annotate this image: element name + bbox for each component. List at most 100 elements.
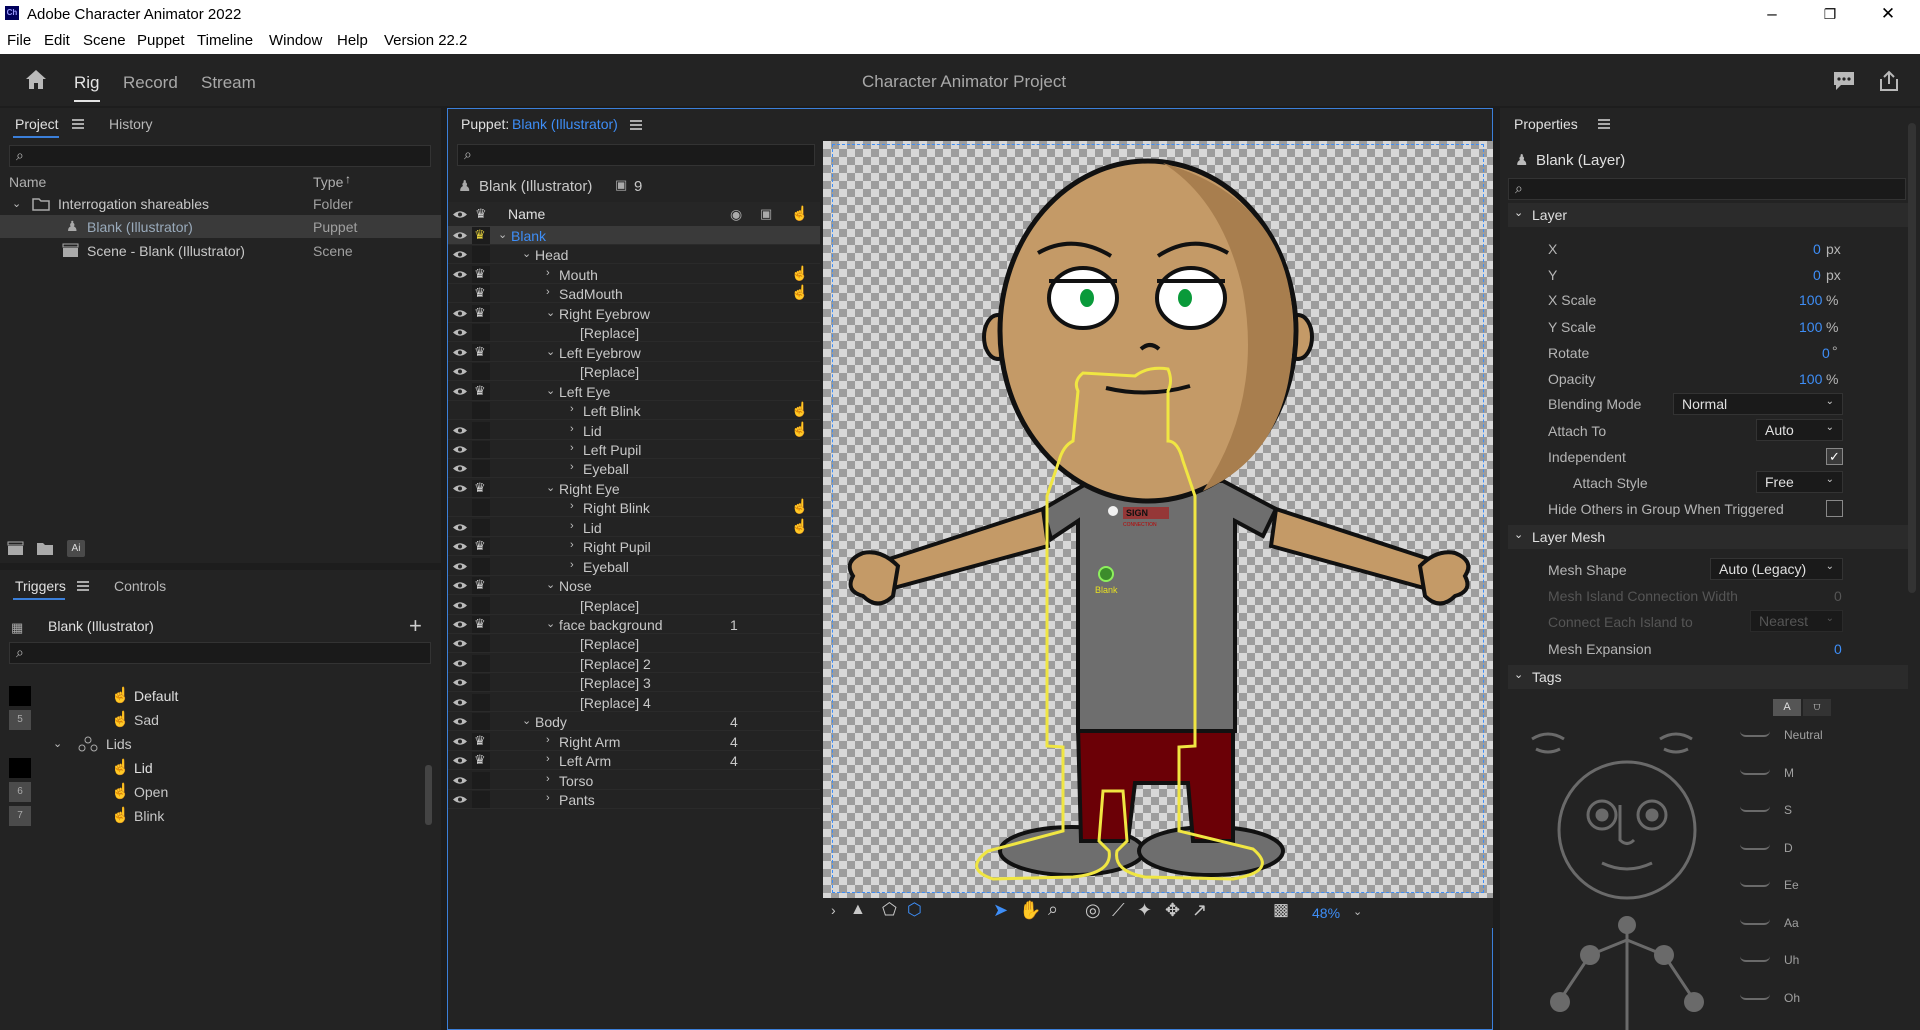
eye-toggle-empty[interactable] [452,501,468,513]
crown-cell[interactable] [472,557,490,575]
chevron-down-icon[interactable]: ⌄ [522,247,531,260]
outline-icon[interactable]: ⬡ [907,900,922,920]
tab-rig[interactable]: Rig [74,73,100,93]
x-scale-value[interactable]: 100 [1799,292,1822,308]
crown-cell[interactable] [472,713,490,731]
y-value[interactable]: 0 [1813,267,1821,283]
eye-icon[interactable] [452,425,468,436]
puppet-title-name[interactable]: Blank (Illustrator) [512,116,618,132]
menu-edit[interactable]: Edit [44,32,70,49]
restore-button[interactable]: ❐ [1810,6,1850,23]
eye-icon[interactable] [452,308,468,319]
crown-cell[interactable] [472,791,490,809]
attach-to-dropdown[interactable]: Auto ⌄ [1756,419,1843,441]
layer-mesh-section-header[interactable]: ⌄ Layer Mesh [1508,525,1908,549]
new-folder-icon[interactable] [36,540,54,556]
chevron-down-icon[interactable]: ⌄ [546,578,555,591]
menu-scene[interactable]: Scene [83,32,126,49]
layer-row[interactable]: ♛ ⌄ Left Eye [448,382,820,401]
y-scale-value[interactable]: 100 [1799,319,1822,335]
opacity-value[interactable]: 100 [1799,371,1822,387]
project-search[interactable]: ⌕ [9,145,431,167]
layer-row[interactable]: ♛ › Right Arm 4 [448,732,820,751]
crown-cell[interactable] [472,499,490,517]
chevron-down-icon[interactable]: ⌄ [546,481,555,494]
eye-icon[interactable] [452,658,468,669]
independent-checkbox[interactable]: ✓ [1826,448,1843,465]
tab-controls[interactable]: Controls [114,578,166,594]
eye-icon[interactable] [452,541,468,552]
layer-row[interactable]: › Lid ☝ [448,518,820,537]
eye-icon[interactable] [452,463,468,474]
chevron-down-icon[interactable]: ⌄ [546,345,555,358]
crown-cell[interactable] [472,693,490,711]
chevron-right-icon[interactable]: › [570,559,574,571]
select-tool-icon[interactable]: ➤ [993,900,1008,921]
chevron-right-icon[interactable]: › [546,773,550,785]
trigger-row[interactable]: 7 ☝ Blink [0,804,430,827]
layer-row[interactable]: ♛ › Mouth ☝ [448,265,820,284]
trigger-row[interactable]: ☝ Default [0,684,430,707]
puppet-menu-icon[interactable] [630,120,642,130]
puppet-canvas[interactable]: SIGN CONNECTION Blank [823,141,1493,898]
eye-icon[interactable] [452,736,468,747]
chevron-down-icon[interactable]: ⌄ [498,228,507,241]
menu-window[interactable]: Window [269,32,322,49]
tags-text-toggle[interactable]: A [1773,699,1801,716]
eye-icon[interactable] [452,366,468,377]
menu-timeline[interactable]: Timeline [197,32,253,49]
layer-row[interactable]: [Replace] [448,634,820,654]
col-type[interactable]: Type [313,174,343,190]
chevron-right-icon[interactable]: › [570,403,574,415]
crown-cell[interactable] [472,596,490,614]
trigger-key[interactable] [9,686,31,706]
eye-toggle-empty[interactable] [452,404,468,416]
dangle-tool-icon[interactable]: ↗ [1192,900,1207,921]
chevron-right-icon[interactable]: › [570,442,574,454]
new-scene-icon[interactable] [7,540,25,556]
hide-others-checkbox[interactable] [1826,500,1843,517]
zoom-dropdown-icon[interactable]: ⌄ [1353,905,1362,918]
comments-icon[interactable] [1832,70,1856,92]
chevron-down-icon[interactable]: ⌄ [546,384,555,397]
crown-cell[interactable] [472,421,490,439]
eye-icon[interactable] [452,697,468,708]
x-value[interactable]: 0 [1813,241,1821,257]
layer-row[interactable]: › Pants [448,790,820,810]
crown-cell[interactable] [472,402,490,420]
tags-face-toggle-icon[interactable]: ⩌ [1803,699,1831,716]
blending-mode-dropdown[interactable]: Normal ⌄ [1673,393,1843,415]
layer-row[interactable]: [Replace] 4 [448,693,820,712]
eye-icon[interactable] [452,561,468,572]
crown-cell[interactable] [472,460,490,478]
tab-stream[interactable]: Stream [201,73,256,93]
pin-tool-icon[interactable]: ✦ [1137,900,1152,921]
layer-section-header[interactable]: ⌄ Layer [1508,203,1908,227]
eye-icon[interactable] [452,444,468,455]
add-trigger-button[interactable]: + [409,613,422,639]
layer-row[interactable]: ♛ › Left Arm 4 [448,751,820,771]
eye-icon[interactable] [452,775,468,786]
triggers-search[interactable]: ⌕ [9,642,431,664]
attach-style-dropdown[interactable]: Free ⌄ [1756,471,1843,493]
eye-icon[interactable] [452,522,468,533]
eye-icon[interactable] [452,638,468,649]
puppet-search[interactable]: ⌕ [457,144,815,166]
eye-icon[interactable] [452,600,468,611]
chevron-right-icon[interactable]: › [570,539,574,551]
trigger-key[interactable]: 5 [9,710,31,730]
crown-cell[interactable] [472,635,490,653]
stick-tool-icon[interactable]: ⟋ [1112,900,1125,921]
eye-icon[interactable] [452,580,468,591]
project-row-puppet[interactable]: ♟ Blank (Illustrator) Puppet [0,215,441,238]
eye-icon[interactable] [452,716,468,727]
layer-row[interactable]: [Replace] 2 [448,654,820,673]
col-name[interactable]: Name [9,174,46,190]
eye-icon[interactable] [452,230,468,241]
crown-cell[interactable] [472,363,490,381]
minimize-button[interactable]: – [1752,4,1792,24]
crown-cell[interactable] [472,324,490,342]
layer-row[interactable]: [Replace] [448,323,820,343]
properties-search[interactable]: ⌕ [1508,178,1906,200]
menu-file[interactable]: File [7,32,31,49]
